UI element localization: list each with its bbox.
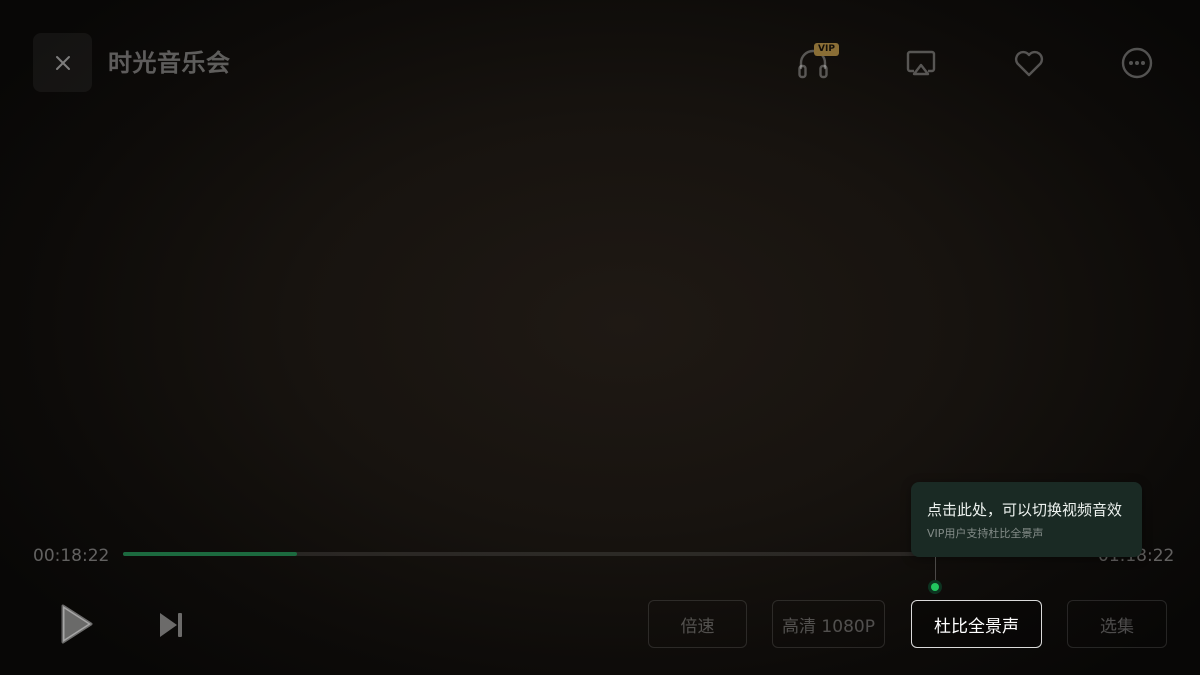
skip-next-icon — [160, 613, 182, 637]
play-icon — [61, 604, 93, 644]
close-icon — [55, 55, 70, 70]
more-button[interactable] — [1114, 40, 1160, 86]
more-icon — [1121, 47, 1153, 79]
favorite-button[interactable] — [1006, 40, 1052, 86]
dolby-audio-button[interactable]: 杜比全景声 — [911, 600, 1042, 648]
tooltip-subtitle: VIP用户支持杜比全景声 — [927, 527, 1044, 540]
close-button[interactable] — [33, 33, 92, 92]
speed-button[interactable]: 倍速 — [648, 600, 747, 648]
episodes-button[interactable]: 选集 — [1067, 600, 1167, 648]
play-button[interactable] — [50, 600, 100, 648]
heart-icon — [1014, 50, 1044, 77]
cast-button[interactable] — [898, 40, 944, 86]
tooltip-title: 点击此处，可以切换视频音效 — [927, 501, 1123, 519]
audio-tip-tooltip: 点击此处，可以切换视频音效 VIP用户支持杜比全景声 — [911, 482, 1142, 557]
page-title: 时光音乐会 — [108, 49, 231, 77]
quality-button[interactable]: 高清 1080P — [772, 600, 885, 648]
next-button[interactable] — [152, 605, 190, 645]
current-time: 00:18:22 — [33, 546, 110, 566]
progress-fill — [123, 552, 298, 556]
cast-screen-icon — [906, 50, 936, 76]
vip-badge: VIP — [814, 43, 839, 56]
audio-mode-button[interactable]: VIP — [790, 40, 839, 86]
tooltip-pointer-line — [935, 557, 936, 581]
tooltip-anchor-dot — [928, 580, 942, 594]
